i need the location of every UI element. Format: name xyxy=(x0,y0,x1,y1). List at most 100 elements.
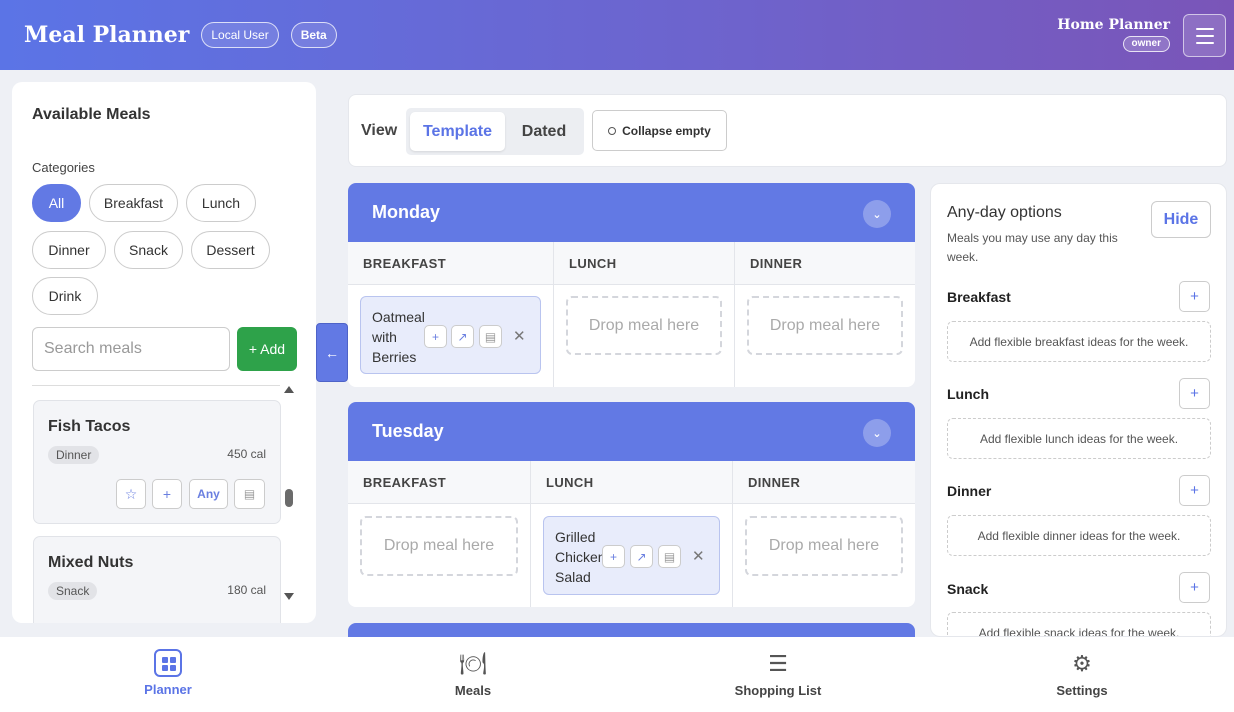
chevron-down-icon[interactable]: ⌄ xyxy=(863,200,891,228)
search-input[interactable]: Search meals xyxy=(32,327,230,371)
nav-label: Meals xyxy=(454,683,492,698)
planned-meal[interactable]: Grilled Chicken Salad + ↗ ▤ ✕ xyxy=(543,516,720,595)
any-day-drop-zone[interactable]: Add flexible snack ideas for the week. xyxy=(947,612,1211,636)
tab-dated[interactable]: Dated xyxy=(507,112,581,151)
add-plus-icon[interactable]: + xyxy=(152,479,182,509)
chevron-down-icon[interactable]: ⌄ xyxy=(863,419,891,447)
any-day-button[interactable]: Any xyxy=(189,479,228,509)
day-card-monday: Monday ⌄ BREAKFAST Oatmeal with Berries … xyxy=(348,183,915,387)
available-meals-panel: Available Meals Categories All Breakfast… xyxy=(12,82,316,623)
add-plus-icon[interactable]: + xyxy=(1179,475,1210,506)
tab-template[interactable]: Template xyxy=(410,112,505,151)
app-header: Meal Planner Local User Beta Home Planne… xyxy=(0,0,1234,70)
meal-slot-breakfast: BREAKFAST Drop meal here xyxy=(348,461,531,607)
planner-info[interactable]: Home Planner owner xyxy=(1057,17,1170,52)
app-title: Meal Planner xyxy=(24,22,190,48)
meal-category-tag: Dinner xyxy=(48,446,100,464)
nav-label: Settings xyxy=(1056,683,1108,698)
hamburger-line xyxy=(1195,34,1214,37)
move-arrow-icon[interactable]: ↗ xyxy=(630,545,653,568)
column-header: BREAKFAST xyxy=(348,242,553,285)
user-badge: Local User xyxy=(201,22,279,48)
menu-button[interactable] xyxy=(1183,14,1226,57)
meal-card[interactable]: Fish Tacos Dinner 450 cal ☆ + Any ▤ xyxy=(33,400,281,524)
category-chip-all[interactable]: All xyxy=(32,184,81,222)
add-plus-icon[interactable]: + xyxy=(424,325,447,348)
nav-planner[interactable]: Planner xyxy=(68,637,268,712)
nav-settings[interactable]: ⚙ Settings xyxy=(982,637,1182,712)
any-day-section-title: Lunch xyxy=(947,386,989,402)
notes-icon[interactable]: ▤ xyxy=(479,325,502,348)
any-day-drop-zone[interactable]: Add flexible breakfast ideas for the wee… xyxy=(947,321,1211,362)
column-header: LUNCH xyxy=(531,461,732,504)
move-arrow-icon[interactable]: ↗ xyxy=(451,325,474,348)
category-chip-snack[interactable]: Snack xyxy=(114,231,183,269)
any-day-title: Any-day options xyxy=(947,204,1062,221)
radio-circle-icon xyxy=(608,126,617,135)
day-header[interactable]: Tuesday ⌄ xyxy=(348,402,915,461)
favorite-star-icon[interactable]: ☆ xyxy=(116,479,146,509)
day-header[interactable]: Monday ⌄ xyxy=(348,183,915,242)
category-chip-lunch[interactable]: Lunch xyxy=(186,184,256,222)
nav-label: Shopping List xyxy=(734,683,822,698)
scrollbar-thumb[interactable] xyxy=(285,489,293,507)
meal-calories: 180 cal xyxy=(227,583,266,597)
view-label: View xyxy=(361,122,398,139)
remove-x-icon[interactable]: ✕ xyxy=(692,547,705,565)
meal-card[interactable]: Mixed Nuts Snack 180 cal xyxy=(33,536,281,623)
any-day-section-title: Dinner xyxy=(947,483,992,499)
drop-zone[interactable]: Drop meal here xyxy=(360,516,518,576)
planner-name: Home Planner xyxy=(1057,17,1170,33)
column-header: DINNER xyxy=(733,461,915,504)
scroll-down-arrow-icon[interactable] xyxy=(284,593,294,600)
nav-label: Planner xyxy=(144,682,192,697)
meal-category-tag: Snack xyxy=(48,582,98,600)
meal-calories: 450 cal xyxy=(227,447,266,461)
categories-label: Categories xyxy=(32,160,95,175)
add-plus-icon[interactable]: + xyxy=(1179,378,1210,409)
notes-icon[interactable]: ▤ xyxy=(234,479,265,509)
view-toolbar: View Template Dated Collapse empty xyxy=(348,94,1227,167)
collapse-sidebar-button[interactable]: ← xyxy=(316,323,348,382)
drop-zone[interactable]: Drop meal here xyxy=(566,296,722,355)
meal-name: Mixed Nuts xyxy=(48,554,134,571)
meal-slot-lunch: LUNCH Drop meal here xyxy=(554,242,735,387)
meal-slot-dinner: DINNER Drop meal here xyxy=(735,242,915,387)
nav-meals[interactable]: 🍽 Meals xyxy=(373,637,573,712)
view-mode-switch: Template Dated xyxy=(406,108,584,155)
category-chip-dessert[interactable]: Dessert xyxy=(191,231,270,269)
any-day-drop-zone[interactable]: Add flexible dinner ideas for the week. xyxy=(947,515,1211,556)
category-chip-drink[interactable]: Drink xyxy=(32,277,98,315)
category-chip-dinner[interactable]: Dinner xyxy=(32,231,106,269)
day-name: Tuesday xyxy=(372,421,444,441)
category-chip-breakfast[interactable]: Breakfast xyxy=(89,184,178,222)
scroll-up-arrow-icon[interactable] xyxy=(284,386,294,393)
remove-x-icon[interactable]: ✕ xyxy=(513,327,526,345)
hide-button[interactable]: Hide xyxy=(1151,201,1211,238)
any-day-options-panel: Any-day options Meals you may use any da… xyxy=(930,183,1227,637)
meal-slot-dinner: DINNER Drop meal here xyxy=(733,461,915,607)
add-meal-button[interactable]: + Add xyxy=(237,327,297,371)
role-badge: owner xyxy=(1122,36,1170,52)
list-icon: ☰ xyxy=(768,651,788,676)
meal-slot-breakfast: BREAKFAST Oatmeal with Berries + ↗ ▤ ✕ xyxy=(348,242,554,387)
nav-shopping-list[interactable]: ☰ Shopping List xyxy=(678,637,878,712)
add-plus-icon[interactable]: + xyxy=(602,545,625,568)
any-day-drop-zone[interactable]: Add flexible lunch ideas for the week. xyxy=(947,418,1211,459)
any-day-section-title: Snack xyxy=(947,581,989,597)
notes-icon[interactable]: ▤ xyxy=(658,545,681,568)
beta-badge: Beta xyxy=(290,22,337,48)
calendar-grid-icon xyxy=(154,649,182,677)
planned-meal[interactable]: Oatmeal with Berries + ↗ ▤ ✕ xyxy=(360,296,541,374)
day-card-tuesday: Tuesday ⌄ BREAKFAST Drop meal here LUNCH… xyxy=(348,402,915,607)
planned-meal-name: Oatmeal with Berries xyxy=(372,309,425,365)
collapse-empty-label: Collapse empty xyxy=(622,123,711,138)
drop-zone[interactable]: Drop meal here xyxy=(747,296,903,355)
gear-icon: ⚙ xyxy=(1072,651,1092,676)
add-plus-icon[interactable]: + xyxy=(1179,281,1210,312)
drop-zone[interactable]: Drop meal here xyxy=(745,516,903,576)
utensils-icon: 🍽 xyxy=(459,651,487,676)
collapse-empty-toggle[interactable]: Collapse empty xyxy=(592,110,727,151)
bottom-navigation: Planner 🍽 Meals ☰ Shopping List ⚙ Settin… xyxy=(0,637,1234,712)
add-plus-icon[interactable]: + xyxy=(1179,572,1210,603)
